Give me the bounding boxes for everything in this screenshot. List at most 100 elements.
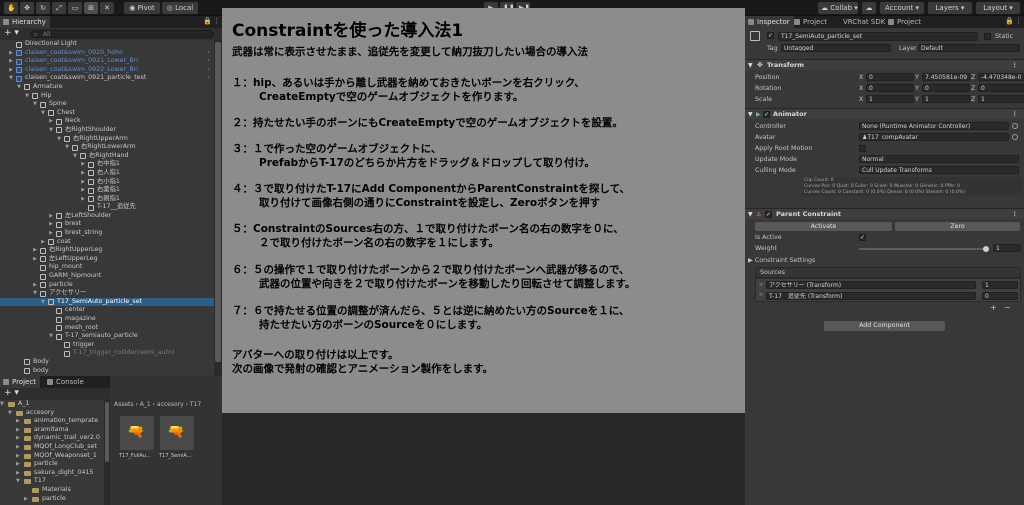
- weight-slider-knob[interactable]: [983, 246, 989, 252]
- transform-y-field[interactable]: 7.450581e-09: [922, 73, 970, 81]
- hierarchy-row[interactable]: body: [0, 367, 214, 376]
- avatar-field[interactable]: ♟T17_compAvatar: [859, 133, 1009, 141]
- hierarchy-row[interactable]: center: [0, 306, 214, 315]
- transform-x-field[interactable]: 1: [866, 95, 914, 103]
- custom-tool-icon[interactable]: ✕: [100, 2, 114, 14]
- collapsed-arrow-icon[interactable]: ▶: [16, 417, 20, 426]
- tab-inspector[interactable]: Inspector: [745, 16, 794, 28]
- hierarchy-row[interactable]: ▼ claisen_coat&swim_0921_particle_test ›: [0, 74, 214, 83]
- hierarchy-search-input[interactable]: ⌕ All: [30, 30, 214, 38]
- expanded-arrow-icon[interactable]: ▼: [64, 143, 70, 152]
- add-component-button[interactable]: Add Component: [824, 321, 945, 331]
- folder-row[interactable]: ▶ sakura_dight_0415: [0, 469, 104, 478]
- expanded-arrow-icon[interactable]: ▼: [32, 100, 38, 109]
- panel-menu-icon[interactable]: ⋮: [213, 17, 220, 25]
- scale-tool-icon[interactable]: ⤢: [52, 2, 66, 14]
- hierarchy-row[interactable]: ▼ 右RightLowerArm: [0, 143, 214, 152]
- source-weight-1[interactable]: 0: [982, 292, 1018, 300]
- hierarchy-row[interactable]: T-17_trigger_collider(semi_auto): [0, 349, 214, 358]
- local-toggle[interactable]: ◎ Local: [162, 2, 198, 14]
- hierarchy-row[interactable]: ▶ coat: [0, 238, 214, 247]
- add-source-button[interactable]: +: [990, 303, 997, 312]
- move-tool-icon[interactable]: ✥: [20, 2, 34, 14]
- active-checkbox[interactable]: ✓: [767, 32, 774, 39]
- hierarchy-row[interactable]: ▶ claisen_coat&swim_0921_Lower_Bri ›: [0, 57, 214, 66]
- tab-console[interactable]: Console: [44, 376, 88, 388]
- expanded-arrow-icon[interactable]: ▼: [40, 298, 46, 307]
- static-checkbox[interactable]: [984, 33, 991, 40]
- drag-handle-icon[interactable]: ≡: [759, 292, 763, 298]
- expanded-arrow-icon[interactable]: ▼: [8, 409, 12, 418]
- hierarchy-row[interactable]: ▶ brest_string: [0, 229, 214, 238]
- object-picker-icon[interactable]: [1012, 123, 1018, 129]
- lock-icon[interactable]: 🔒: [203, 17, 212, 25]
- hierarchy-row[interactable]: ▶ 右親指1: [0, 195, 214, 204]
- tab-project[interactable]: Project: [0, 376, 40, 388]
- transform-y-field[interactable]: 1: [922, 95, 970, 103]
- component-menu-icon[interactable]: ⋮: [1012, 209, 1019, 220]
- transform-z-field[interactable]: 0: [978, 84, 1024, 92]
- collapsed-arrow-icon[interactable]: ▶: [48, 229, 54, 238]
- hierarchy-row[interactable]: ▶ Neck: [0, 117, 214, 126]
- folder-row[interactable]: ▶ dynamic_trail_ver2.0: [0, 434, 104, 443]
- animator-header[interactable]: ▼ ▶ ✓ Animator ⋮: [745, 108, 1024, 119]
- folder-row[interactable]: ▼ A_1: [0, 400, 104, 409]
- rotate-tool-icon[interactable]: ↻: [36, 2, 50, 14]
- expanded-arrow-icon[interactable]: ▼: [40, 109, 46, 118]
- expanded-arrow-icon[interactable]: ▼: [16, 83, 22, 92]
- transform-z-field[interactable]: -4.470348e-0: [978, 73, 1024, 81]
- breadcrumb-item[interactable]: T17: [190, 401, 201, 408]
- weight-field[interactable]: 1: [993, 244, 1021, 252]
- collapsed-arrow-icon[interactable]: ▶: [24, 495, 28, 504]
- transform-tool-icon[interactable]: ⊞: [84, 2, 98, 14]
- hierarchy-row[interactable]: ▶ 左LeftShoulder: [0, 212, 214, 221]
- hierarchy-row[interactable]: Directional Light: [0, 40, 214, 49]
- hierarchy-row[interactable]: ▶ 左LeftUpperLeg: [0, 255, 214, 264]
- folder-row[interactable]: ▶ MQOf_LongClub_set: [0, 443, 104, 452]
- hierarchy-row[interactable]: ▼ 右RightShoulder: [0, 126, 214, 135]
- constraint-settings-foldout[interactable]: ▶ Constraint Settings: [748, 257, 815, 264]
- is-active-checkbox[interactable]: ✓: [859, 234, 866, 241]
- collapsed-arrow-icon[interactable]: ▶: [16, 434, 20, 443]
- hierarchy-row[interactable]: ▶ 右小指1: [0, 178, 214, 187]
- asset-thumb-0[interactable]: 🔫: [120, 416, 154, 450]
- hand-tool-icon[interactable]: ✋: [4, 2, 18, 14]
- collapsed-arrow-icon[interactable]: ▶: [48, 212, 54, 221]
- expanded-arrow-icon[interactable]: ▼: [72, 152, 78, 161]
- hierarchy-row[interactable]: ▼ 右RightUpperArm: [0, 135, 214, 144]
- collapsed-arrow-icon[interactable]: ▶: [80, 178, 86, 187]
- transform-z-field[interactable]: 1: [978, 95, 1024, 103]
- breadcrumb-item[interactable]: Assets: [114, 401, 134, 408]
- hierarchy-row[interactable]: ▶ claisen_coat&swim_0922_Lower_Bri ›: [0, 66, 214, 75]
- expanded-arrow-icon[interactable]: ▼: [56, 135, 62, 144]
- hierarchy-row[interactable]: ▶ 右RightUpperLeg: [0, 246, 214, 255]
- folder-row[interactable]: Materials: [0, 486, 104, 495]
- collapsed-arrow-icon[interactable]: ▶: [16, 460, 20, 469]
- source-weight-0[interactable]: 1: [982, 281, 1018, 289]
- collapsed-arrow-icon[interactable]: ▶: [32, 246, 38, 255]
- hierarchy-row[interactable]: mesh_root: [0, 324, 214, 333]
- component-menu-icon[interactable]: ⋮: [1012, 60, 1019, 71]
- rect-tool-icon[interactable]: ▭: [68, 2, 82, 14]
- hierarchy-row[interactable]: trigger: [0, 341, 214, 350]
- expanded-arrow-icon[interactable]: ▼: [32, 289, 38, 298]
- hierarchy-row[interactable]: ▶ 右中指1: [0, 160, 214, 169]
- collapsed-arrow-icon[interactable]: ▶: [80, 195, 86, 204]
- breadcrumb-item[interactable]: A_1: [140, 401, 151, 408]
- transform-x-field[interactable]: 0: [866, 84, 914, 92]
- breadcrumb-item[interactable]: accesory: [157, 401, 184, 408]
- folder-row[interactable]: ▼ T17: [0, 477, 104, 486]
- hierarchy-row[interactable]: ▶ brest: [0, 220, 214, 229]
- parent-constraint-header[interactable]: ▼ ⚓ ✓ Parent Constraint ⋮: [745, 208, 1024, 219]
- collapsed-arrow-icon[interactable]: ▶: [48, 220, 54, 229]
- collapsed-arrow-icon[interactable]: ▶: [32, 281, 38, 290]
- hierarchy-scrollbar[interactable]: [214, 40, 222, 376]
- hierarchy-row[interactable]: ▶ 右人指1: [0, 169, 214, 178]
- tab-hierarchy[interactable]: Hierarchy: [0, 16, 50, 28]
- hierarchy-scroll-thumb[interactable]: [215, 42, 221, 362]
- collapsed-arrow-icon[interactable]: ▶: [80, 186, 86, 195]
- layer-dropdown[interactable]: Default: [918, 44, 1020, 52]
- activate-button[interactable]: Activate: [755, 222, 892, 231]
- hierarchy-row[interactable]: ▼ Armature: [0, 83, 214, 92]
- hierarchy-row[interactable]: ▼ アクセサリー: [0, 289, 214, 298]
